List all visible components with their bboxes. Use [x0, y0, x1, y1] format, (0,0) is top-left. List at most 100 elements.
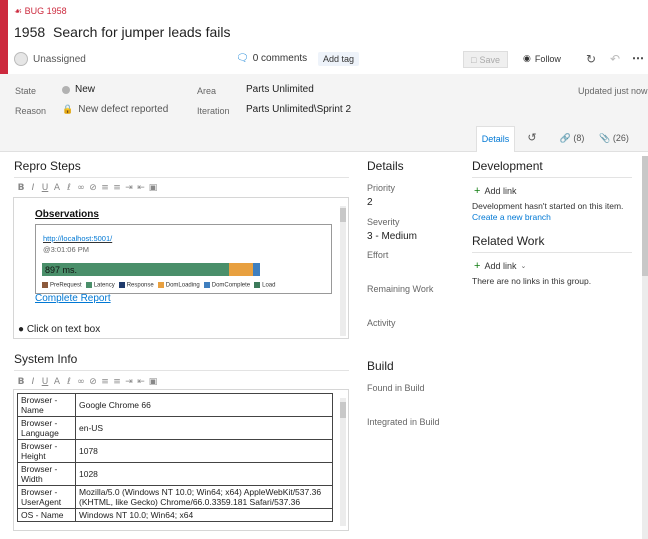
repro-scrollbar[interactable]: [340, 206, 346, 336]
italic-icon[interactable]: I: [28, 183, 38, 193]
repro-steps-heading: Repro Steps: [14, 159, 81, 173]
snapshot-url-link[interactable]: http://localhost:5001/: [43, 234, 112, 243]
underline-icon[interactable]: U: [40, 377, 50, 387]
bold-icon[interactable]: B: [16, 183, 26, 193]
numbered-list-icon[interactable]: ≡: [112, 377, 122, 387]
iteration-label: Iteration: [197, 106, 230, 116]
integrated-in-build-field[interactable]: [367, 429, 457, 443]
scrollbar-thumb[interactable]: [340, 208, 346, 222]
severity-label: Severity: [367, 217, 400, 227]
related-work-note: There are no links in this group.: [472, 276, 592, 286]
severity-field[interactable]: 3 - Medium: [367, 231, 417, 242]
underline-icon[interactable]: U: [40, 183, 50, 193]
remaining-work-field[interactable]: [367, 296, 457, 310]
table-value-cell: Windows NT 10.0; Win64; x64: [75, 508, 333, 522]
found-in-build-field[interactable]: [367, 395, 457, 409]
details-heading: Details: [367, 159, 404, 173]
save-button[interactable]: □ Save: [463, 51, 508, 68]
activity-field[interactable]: [367, 330, 457, 344]
complete-report-link[interactable]: Complete Report: [35, 293, 111, 304]
lock-icon: 🔒: [62, 104, 74, 115]
create-branch-link[interactable]: Create a new branch: [472, 212, 551, 222]
table-value-cell: Google Chrome 66: [75, 393, 333, 417]
table-key-cell: Browser - UserAgent: [17, 485, 76, 509]
development-add-link[interactable]: + Add link: [474, 185, 516, 197]
attachments-count: (26): [612, 133, 629, 143]
refresh-icon[interactable]: ↻: [586, 52, 596, 66]
plus-icon: +: [474, 260, 481, 272]
add-tag-button[interactable]: Add tag: [318, 52, 360, 66]
system-info-heading: System Info: [14, 352, 78, 366]
sysinfo-scrollbar[interactable]: [340, 398, 346, 526]
format-icon[interactable]: ℓ: [64, 183, 74, 193]
tab-links[interactable]: 🔗 (8): [554, 126, 590, 152]
italic-icon[interactable]: I: [28, 377, 38, 387]
image-icon[interactable]: ▣: [148, 183, 158, 193]
indent-icon[interactable]: ⇥: [124, 183, 134, 193]
reason-field[interactable]: 🔒 New defect reported: [62, 104, 168, 115]
highlight-icon[interactable]: A: [52, 183, 62, 193]
save-label: Save: [479, 54, 500, 65]
priority-label: Priority: [367, 183, 396, 193]
tab-history[interactable]: ↺: [519, 126, 545, 152]
related-add-link[interactable]: + Add link ⌄: [474, 260, 526, 272]
legend-label: Response: [126, 282, 154, 289]
format-icon[interactable]: ℓ: [64, 377, 74, 387]
unlink-icon[interactable]: ⊘: [88, 377, 98, 387]
legend-swatch: [118, 282, 125, 288]
scrollbar-thumb[interactable]: [340, 402, 346, 418]
table-row: Browser - UserAgent Mozilla/5.0 (Windows …: [17, 485, 333, 509]
title-text[interactable]: Search for jumper leads fails: [53, 24, 230, 40]
state-field[interactable]: New: [62, 84, 95, 95]
bulleted-list-icon[interactable]: ≡: [100, 183, 110, 193]
snapshot-url: http://localhost:5001/: [43, 234, 113, 243]
unlink-icon[interactable]: ⊘: [88, 183, 98, 193]
tab-attachments[interactable]: 📎 (26): [594, 126, 634, 152]
tab-details[interactable]: Details: [476, 126, 515, 152]
effort-field[interactable]: [367, 262, 457, 276]
legend-swatch: [254, 282, 261, 288]
legend-item: DomComplete: [203, 282, 250, 289]
history-icon: ↺: [527, 131, 537, 144]
table-key-cell: Browser - Name: [17, 393, 76, 417]
hyperlink-icon[interactable]: ∞: [76, 183, 86, 193]
legend-swatch: [157, 282, 164, 288]
iteration-field[interactable]: Parts Unlimited\Sprint 2: [246, 104, 351, 115]
integrated-in-build-label: Integrated in Build: [367, 417, 440, 427]
priority-field[interactable]: 2: [367, 197, 373, 208]
bulleted-list-icon[interactable]: ≡: [100, 377, 110, 387]
undo-icon[interactable]: ↶: [610, 52, 620, 66]
work-item-title[interactable]: 1958 Search for jumper leads fails: [14, 24, 230, 40]
comment-icon: 🗨: [236, 53, 249, 64]
table-value-cell: 1028: [75, 462, 333, 486]
legend-label: PreRequest: [50, 282, 82, 289]
comments-link[interactable]: 🗨 0 comments: [236, 53, 307, 64]
add-link-label: Add link: [484, 261, 517, 271]
type-label: BUG 1958: [24, 6, 67, 16]
image-icon[interactable]: ▣: [148, 377, 158, 387]
page-scrollbar[interactable]: [642, 156, 648, 539]
legend-swatch: [85, 282, 92, 288]
table-row: OS - Name Windows NT 10.0; Win64; x64: [17, 508, 333, 522]
comments-count: 0 comments: [252, 53, 308, 64]
numbered-list-icon[interactable]: ≡: [112, 183, 122, 193]
bold-icon[interactable]: B: [16, 377, 26, 387]
outdent-icon[interactable]: ⇤: [136, 377, 146, 387]
link-icon: 🔗: [559, 134, 571, 144]
legend-item: DomLoading: [157, 282, 200, 289]
more-actions-icon[interactable]: ⋯: [632, 51, 644, 65]
highlight-icon[interactable]: A: [52, 377, 62, 387]
follow-button[interactable]: ◉ Follow: [523, 54, 561, 64]
area-field[interactable]: Parts Unlimited: [246, 84, 314, 95]
build-heading: Build: [367, 359, 394, 373]
scrollbar-thumb[interactable]: [642, 156, 648, 276]
hyperlink-icon[interactable]: ∞: [76, 377, 86, 387]
bug-type-badge: ☙ BUG 1958: [14, 6, 67, 17]
indent-icon[interactable]: ⇥: [124, 377, 134, 387]
table-key-cell: Browser - Width: [17, 462, 76, 486]
avatar: [14, 52, 28, 66]
legend-label: Latency: [93, 282, 115, 289]
assignee-picker[interactable]: Unassigned: [14, 52, 86, 66]
state-dot-icon: [62, 85, 70, 94]
outdent-icon[interactable]: ⇤: [136, 183, 146, 193]
